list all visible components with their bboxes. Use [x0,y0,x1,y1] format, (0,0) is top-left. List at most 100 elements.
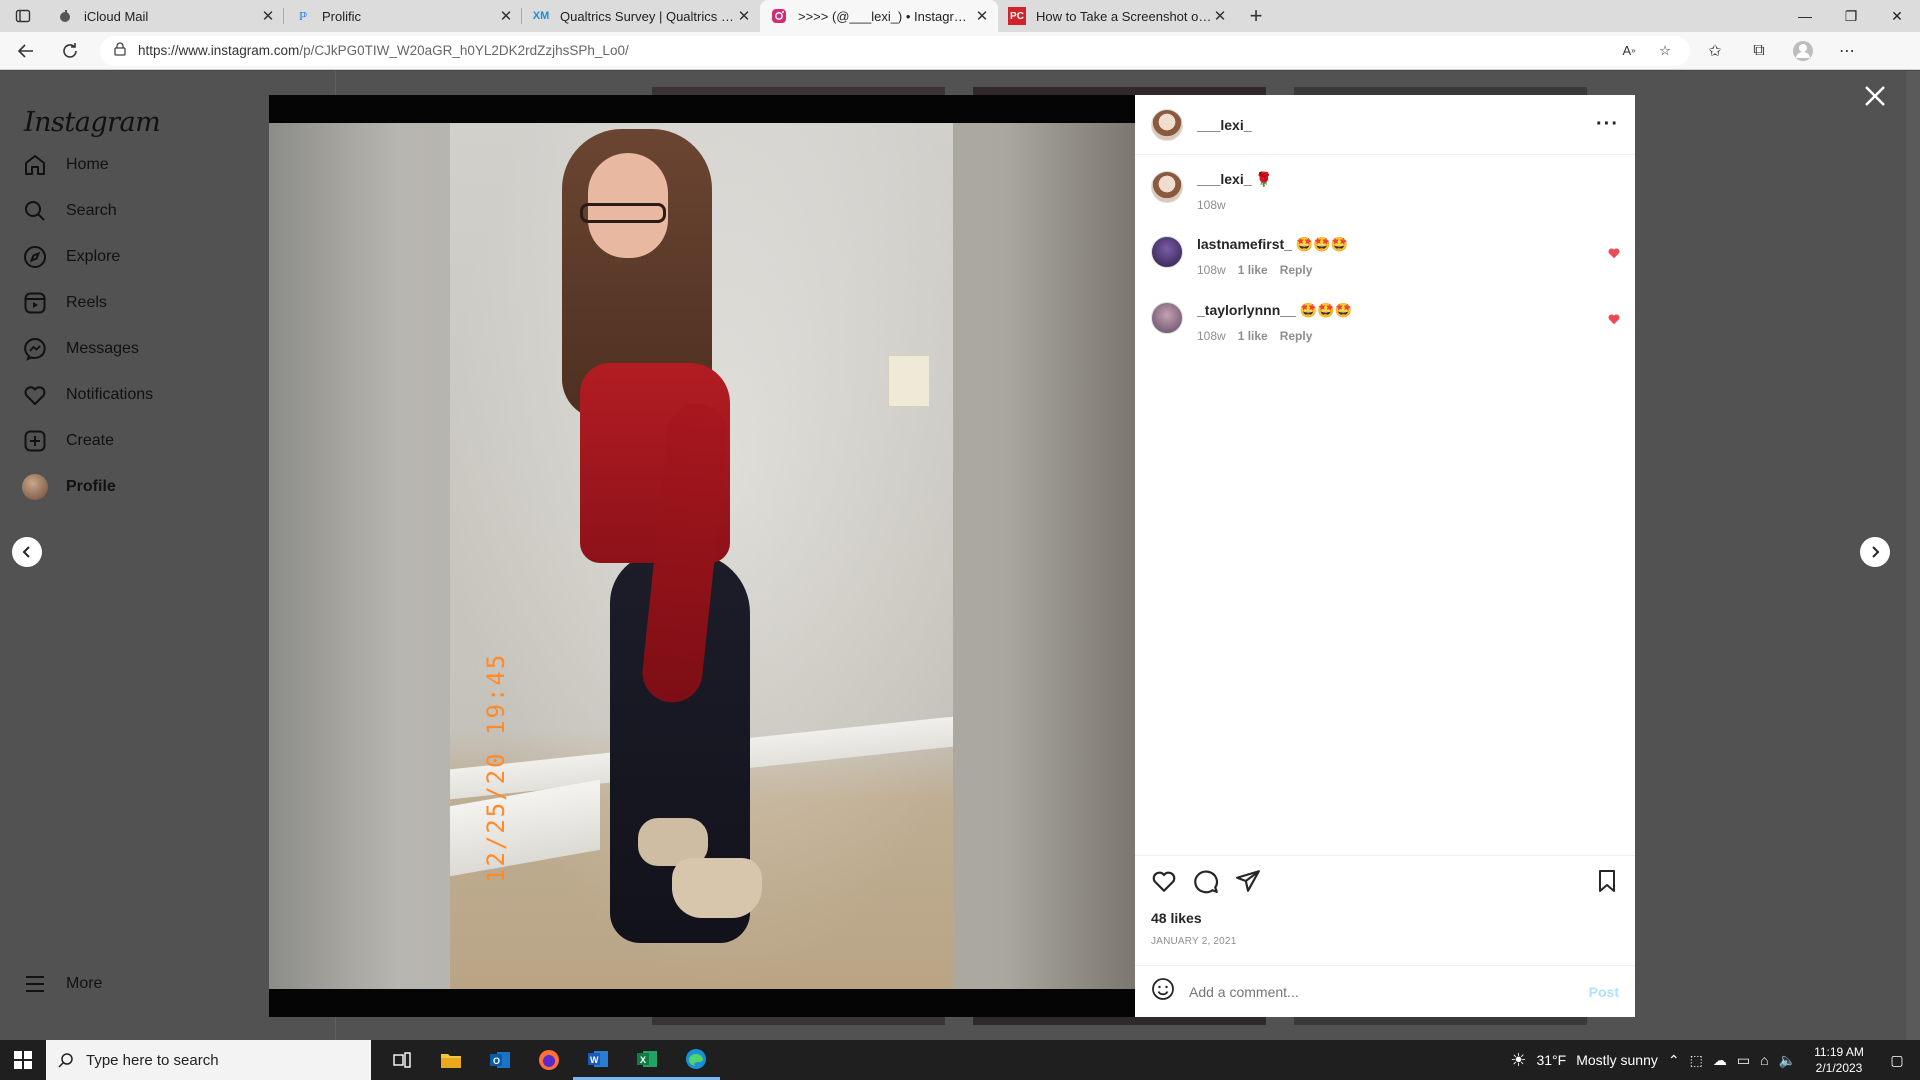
new-tab-button[interactable]: + [1236,0,1276,32]
browser-tab-bar: iCloud Mail ✕ ℙ Prolific ✕ XM Qualtrics … [0,0,1920,32]
firefox-icon[interactable] [524,1040,573,1080]
sidebar-item-more[interactable]: More [22,971,102,997]
minimize-icon[interactable]: — [1782,0,1828,32]
outlook-icon[interactable]: O [475,1040,524,1080]
comment-button[interactable] [1193,868,1219,899]
author-avatar[interactable] [1151,171,1183,203]
reply-button[interactable]: Reply [1280,329,1313,343]
favorites-icon[interactable]: ✩ [1704,40,1726,62]
caption-username[interactable]: ___lexi_ [1197,171,1252,187]
sidebar-item-messages[interactable]: Messages [22,336,139,362]
restore-icon[interactable]: ❐ [1828,0,1874,32]
compass-icon [22,244,48,270]
post-photo[interactable]: 12/25/20 19:45 [269,123,1135,989]
grid-thumbnail [652,1017,945,1025]
author-username[interactable]: ___lexi_ [1197,117,1252,133]
word-icon[interactable]: W [573,1040,622,1080]
instagram-logo[interactable]: Instagram [24,107,161,138]
close-tab-icon[interactable]: ✕ [974,7,990,25]
comment-time[interactable]: 108w [1197,329,1226,343]
settings-more-icon[interactable]: ⋯ [1836,40,1858,62]
refresh-button[interactable] [52,36,88,66]
reply-button[interactable]: Reply [1280,263,1313,277]
profile-avatar-icon[interactable] [1792,40,1814,62]
url-bar[interactable]: https://www.instagram.com/p/CJkPG0TIW_W2… [100,35,1690,66]
close-tab-icon[interactable]: ✕ [1212,7,1228,25]
start-button[interactable] [0,1040,46,1080]
sidebar-item-explore[interactable]: Explore [22,244,120,270]
post-date[interactable]: JANUARY 2, 2021 [1151,936,1619,947]
file-explorer-icon[interactable] [426,1040,475,1080]
reels-icon [22,290,48,316]
sidebar-item-profile[interactable]: Profile [22,474,116,500]
taskbar-search[interactable]: Type here to search [46,1040,371,1080]
commenter-avatar[interactable] [1151,302,1183,334]
page-scrollbar[interactable] [1906,71,1920,1040]
svg-text:O: O [493,1056,500,1066]
close-window-icon[interactable]: ✕ [1874,0,1920,32]
comment-likes[interactable]: 1 like [1238,263,1268,277]
task-view-icon[interactable] [377,1040,426,1080]
display-icon[interactable]: ▭ [1737,1052,1750,1069]
weather-text[interactable]: Mostly sunny [1576,1052,1658,1068]
close-tab-icon[interactable]: ✕ [736,7,752,25]
browser-tab-pcmag[interactable]: PC How to Take a Screenshot on An ✕ [998,0,1236,32]
network-icon[interactable]: ⌂ [1760,1052,1768,1068]
sidebar-item-create[interactable]: Create [22,428,114,454]
sidebar-item-home[interactable]: Home [22,152,109,178]
add-favorite-icon[interactable]: ☆ [1654,40,1676,62]
previous-post-button[interactable] [12,537,42,567]
share-button[interactable] [1235,868,1261,899]
liked-heart-icon[interactable] [1607,246,1621,260]
tab-actions-menu[interactable] [0,0,46,32]
browser-tab-prolific[interactable]: ℙ Prolific ✕ [284,0,522,32]
excel-icon[interactable]: X [622,1040,671,1080]
liked-heart-icon[interactable] [1607,312,1621,326]
back-button[interactable] [8,36,44,66]
caption-time[interactable]: 108w [1197,198,1226,212]
heart-icon [22,382,48,408]
sidebar-item-reels[interactable]: Reels [22,290,107,316]
browser-tab-instagram[interactable]: >>>> (@___lexi_) • Instagram p ✕ [760,0,998,32]
comment-username[interactable]: lastnamefirst_ [1197,236,1292,252]
more-options-icon[interactable]: ··· [1596,113,1619,136]
emoji-button[interactable] [1151,977,1175,1006]
notifications-icon[interactable]: ▢ [1882,1052,1912,1069]
browser-tab-icloud[interactable]: iCloud Mail ✕ [46,0,284,32]
system-tray: ☀ 31°F Mostly sunny ⌃ ⬚ ☁ ▭ ⌂ 🔈 11:19 AM… [1510,1044,1920,1076]
collections-icon[interactable]: ⧉ [1748,40,1770,62]
windows-taskbar: Type here to search O W X ☀ 31°F Mostly … [0,1040,1920,1080]
post-comment-button[interactable]: Post [1589,984,1619,1000]
post-header: ___lexi_ ··· [1135,95,1635,155]
weather-icon[interactable]: ☀ [1510,1050,1526,1071]
commenter-avatar[interactable] [1151,236,1183,268]
volume-icon[interactable]: 🔈 [1779,1052,1796,1069]
edge-icon[interactable] [671,1040,720,1080]
like-button[interactable] [1151,868,1177,899]
sidebar-item-notifications[interactable]: Notifications [22,382,153,408]
clock-date: 2/1/2023 [1815,1061,1863,1075]
browser-tab-qualtrics[interactable]: XM Qualtrics Survey | Qualtrics Exper ✕ [522,0,760,32]
sidebar-item-label: Notifications [66,386,154,403]
next-post-button[interactable] [1860,537,1890,567]
close-tab-icon[interactable]: ✕ [260,7,276,25]
chevron-up-icon[interactable]: ⌃ [1668,1052,1680,1069]
comment-username[interactable]: _taylorlynnn__ [1197,302,1296,318]
read-aloud-icon[interactable]: A» [1618,40,1640,62]
close-modal-icon[interactable] [1862,83,1888,109]
likes-count[interactable]: 48 likes [1151,910,1619,926]
weather-temp[interactable]: 31°F [1536,1052,1566,1068]
comment-likes[interactable]: 1 like [1238,329,1268,343]
close-tab-icon[interactable]: ✕ [498,7,514,25]
clock[interactable]: 11:19 AM 2/1/2023 [1806,1044,1872,1076]
messenger-icon [22,336,48,362]
comment-input[interactable] [1189,983,1589,1000]
add-comment-bar: Post [1135,965,1635,1017]
onedrive-icon[interactable]: ☁ [1713,1052,1727,1069]
save-button[interactable] [1595,868,1619,899]
author-avatar[interactable] [1151,108,1183,141]
meet-now-icon[interactable]: ⬚ [1690,1052,1703,1069]
person-glasses [580,203,666,223]
sidebar-item-search[interactable]: Search [22,198,117,224]
comment-time[interactable]: 108w [1197,263,1226,277]
